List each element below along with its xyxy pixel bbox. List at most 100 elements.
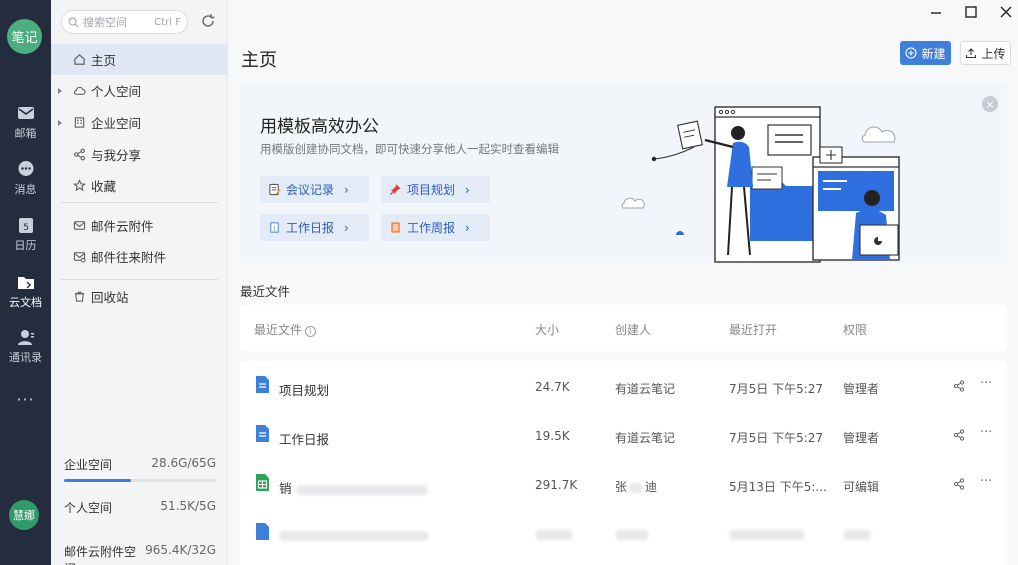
template-project-plan[interactable]: 项目规划 › (381, 176, 490, 203)
sidebar-divider (61, 279, 218, 280)
column-header-permission[interactable]: 权限 (843, 321, 867, 338)
sidebar-item-mail-exchange-attachments[interactable]: 邮件往来附件 (51, 241, 228, 272)
file-size: 24.7K (535, 380, 570, 394)
file-creator (615, 527, 649, 541)
banner-close-button[interactable]: × (982, 96, 998, 112)
banner-title: 用模板高效办公 (260, 117, 379, 137)
rail-item-cloud-docs[interactable]: 云文档 (0, 273, 51, 310)
avatar[interactable]: 慧娜 (9, 500, 39, 530)
file-size: 291.7K (535, 478, 578, 492)
page-title: 主页 (241, 50, 277, 71)
file-size (535, 527, 573, 541)
mail-icon (17, 107, 34, 119)
mail-exchange-icon (73, 252, 86, 263)
search-shortcut: Ctrl F (154, 16, 181, 28)
quota-progress-bar (64, 479, 216, 482)
rail-more-icon[interactable]: ··· (0, 390, 51, 409)
info-icon[interactable]: i (305, 326, 317, 337)
app-rail: 笔记 邮箱 消息 5 日历 云文档 通讯录 ··· 慧娜 (0, 0, 51, 565)
file-last-opened: 7月5日 下午5:27 (729, 431, 824, 445)
redacted-text (615, 529, 649, 540)
file-size: 19.5K (535, 429, 570, 443)
new-button[interactable]: 新建 (900, 41, 951, 65)
redacted-text (729, 529, 805, 540)
file-last-opened: 5月13日 下午5:... (729, 480, 827, 494)
expand-caret-icon[interactable] (58, 87, 62, 94)
file-creator: 张迪 (615, 480, 658, 494)
share-icon[interactable] (953, 429, 965, 441)
sidebar-item-mail-cloud-attachments[interactable]: 邮件云附件 (51, 210, 228, 241)
share-icon (74, 148, 85, 161)
template-meeting-notes[interactable]: 会议记录 › (260, 176, 369, 203)
column-header-size[interactable]: 大小 (535, 321, 559, 338)
file-creator: 有道云笔记 (615, 431, 676, 445)
recent-files-list: 项目规划 24.7K 有道云笔记 7月5日 下午5:27 管理者 ··· 工作日… (240, 361, 1007, 565)
expand-caret-icon[interactable] (58, 119, 62, 126)
column-header-last-opened[interactable]: 最近打开 (729, 321, 777, 338)
sidebar-item-shared-with-me[interactable]: 与我分享 (51, 139, 228, 170)
minimize-icon[interactable] (926, 4, 946, 20)
recent-files-title: 最近文件 (240, 284, 291, 299)
more-options-icon[interactable]: ··· (980, 376, 992, 391)
table-row[interactable]: 项目规划 24.7K 有道云笔记 7月5日 下午5:27 管理者 ··· (240, 362, 1007, 411)
more-options-icon[interactable]: ··· (980, 474, 992, 489)
share-icon[interactable] (953, 478, 965, 490)
app-logo[interactable]: 笔记 (7, 19, 42, 54)
refresh-icon[interactable] (199, 12, 217, 30)
weekly-icon (391, 222, 400, 233)
quota-progress-fill (64, 479, 131, 482)
more-options-icon[interactable]: ··· (980, 425, 992, 440)
plus-circle-icon (905, 47, 918, 59)
rail-item-mail[interactable]: 邮箱 (0, 104, 51, 141)
quota-enterprise-space: 企业空间 28.6G/65G (64, 456, 216, 482)
file-last-opened: 7月5日 下午5:27 (729, 382, 824, 396)
rail-item-calendar[interactable]: 5 日历 (0, 216, 51, 253)
table-row[interactable]: 销 291.7K 张迪 5月13日 下午5:... 可编辑 ··· (240, 460, 1007, 509)
file-name[interactable]: 工作日报 (279, 429, 329, 448)
file-name[interactable]: 销 (279, 478, 428, 497)
trash-icon (74, 291, 85, 302)
upload-icon (966, 48, 977, 59)
file-permission: 管理者 (843, 382, 880, 396)
banner-illustration (621, 106, 900, 263)
search-input[interactable]: 搜索空间 Ctrl F (61, 10, 188, 34)
rail-item-contacts[interactable]: 通讯录 (0, 328, 51, 365)
file-permission: 可编辑 (843, 480, 880, 494)
sidebar-item-personal-space[interactable]: 个人空间 (51, 75, 228, 106)
sidebar: 搜索空间 Ctrl F 主页 个人空间 企业空间 与我分享 收藏 邮件云附件 邮… (51, 0, 228, 565)
sidebar-divider (61, 202, 218, 203)
column-header-creator[interactable]: 创建人 (615, 321, 651, 338)
maximize-icon[interactable] (961, 4, 981, 20)
template-daily-report[interactable]: 1 工作日报 › (260, 214, 369, 241)
star-icon (73, 179, 86, 192)
template-banner: 用模板高效办公 用模版创建协同文档，即可快速分享他人一起实时查看编辑 会议记录 … (240, 85, 1007, 263)
note-icon (269, 183, 281, 196)
search-placeholder: 搜索空间 (83, 16, 127, 29)
upload-button[interactable]: 上传 (960, 41, 1011, 65)
sidebar-item-home[interactable]: 主页 (51, 44, 228, 75)
file-creator: 有道云笔记 (615, 382, 676, 396)
template-weekly-report[interactable]: 工作周报 › (381, 214, 490, 241)
doc-file-icon (256, 376, 269, 393)
file-name[interactable] (279, 527, 429, 542)
sidebar-item-favorites[interactable]: 收藏 (51, 170, 228, 201)
redacted-text (279, 530, 429, 541)
svg-text:1: 1 (273, 226, 277, 232)
folder-icon (17, 277, 34, 289)
table-row[interactable] (240, 509, 1007, 558)
share-icon[interactable] (953, 380, 965, 392)
sidebar-item-enterprise-space[interactable]: 企业空间 (51, 107, 228, 138)
chevron-right-icon: › (344, 220, 349, 235)
doc-file-icon (256, 523, 269, 540)
table-row[interactable]: 工作日报 19.5K 有道云笔记 7月5日 下午5:27 管理者 ··· (240, 411, 1007, 460)
file-permission: 管理者 (843, 431, 880, 445)
close-icon[interactable] (996, 4, 1016, 20)
file-name[interactable]: 项目规划 (279, 380, 329, 399)
chevron-right-icon: › (465, 220, 470, 235)
column-header-name[interactable]: 最近文件 i (254, 321, 317, 338)
chevron-right-icon: › (465, 182, 470, 197)
rail-item-messages[interactable]: 消息 (0, 160, 51, 197)
quota-mail-attachment-space: 邮件云附件空间965.4K/32G (64, 543, 216, 565)
sidebar-item-trash[interactable]: 回收站 (51, 281, 228, 312)
doc-file-icon (256, 425, 269, 442)
